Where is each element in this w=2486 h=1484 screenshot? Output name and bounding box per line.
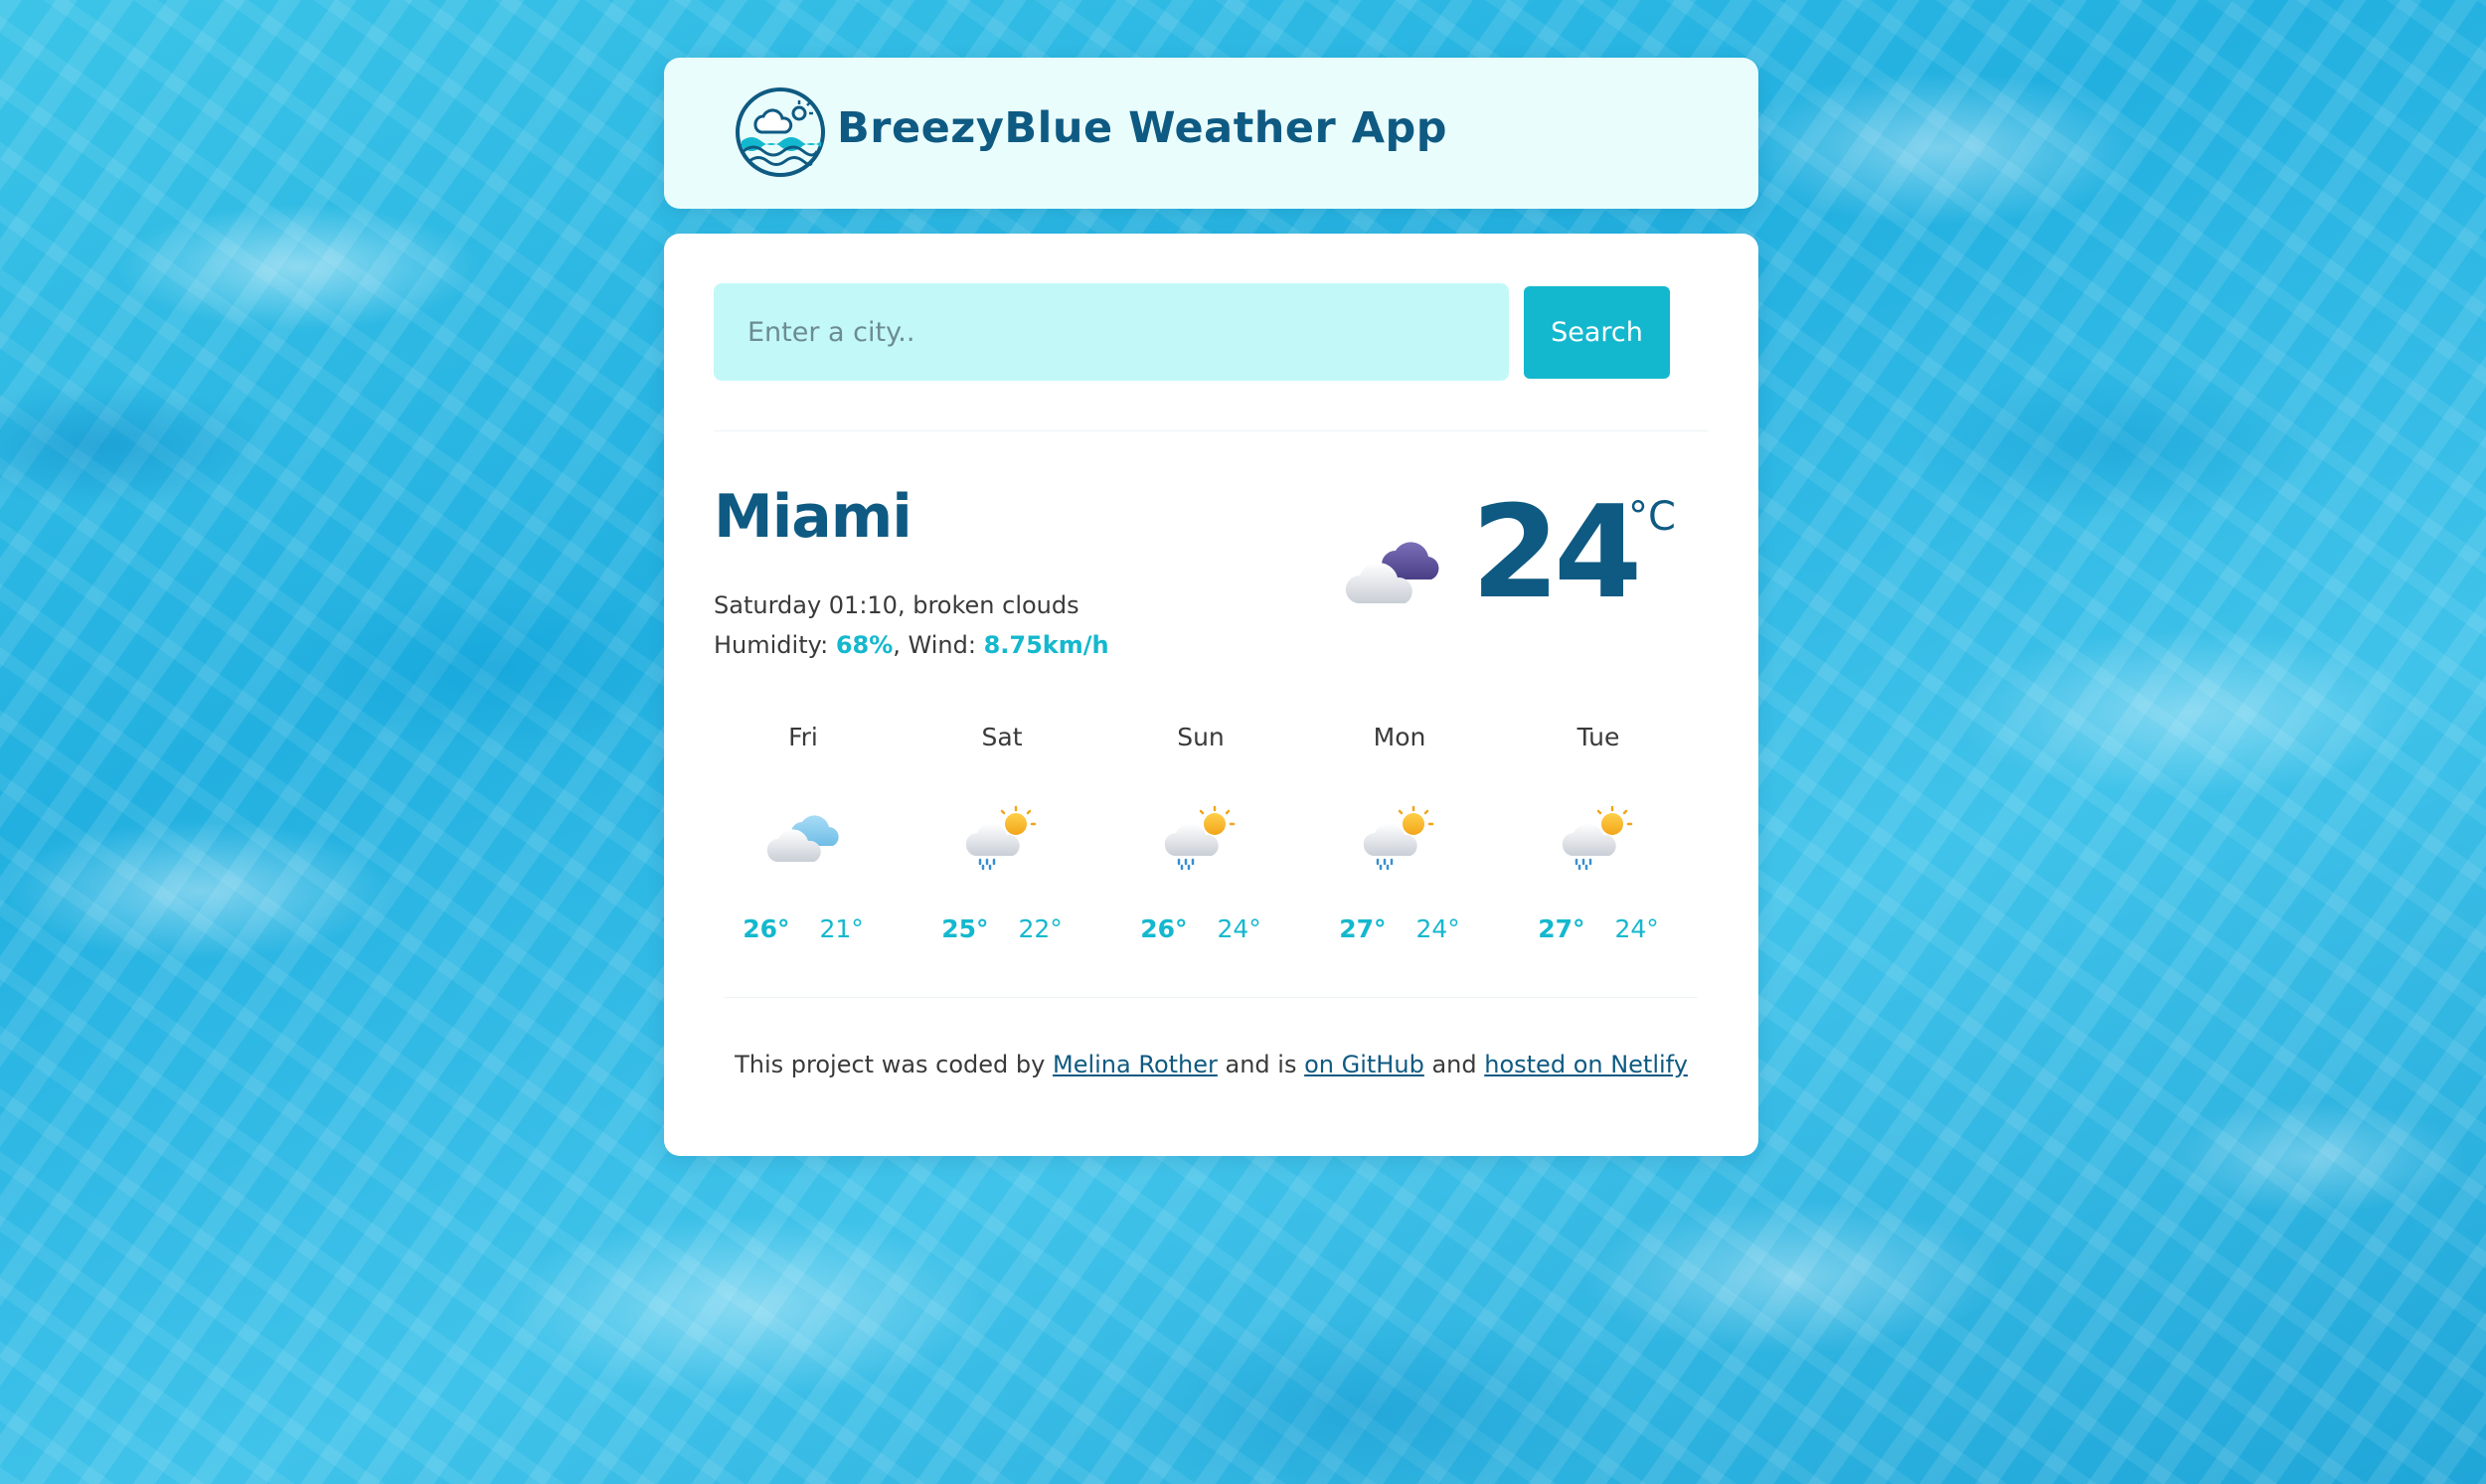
forecast-day-name: Sun	[1177, 723, 1225, 751]
sun-cloud-rain-icon	[965, 805, 1037, 871]
city-search-input[interactable]	[714, 283, 1509, 381]
forecast-min-temp: 24°	[1217, 914, 1261, 943]
humidity-label: Humidity:	[714, 631, 829, 659]
wind-value: 8.75km/h	[983, 631, 1109, 659]
forecast-temps: 25° 22°	[903, 914, 1101, 943]
search-button[interactable]: Search	[1524, 286, 1670, 379]
humidity-value: 68%	[835, 631, 894, 659]
forecast-day: Tue 27° 24°	[1499, 723, 1698, 951]
footer-prefix: This project was coded by	[735, 1051, 1046, 1078]
author-link[interactable]: Melina Rother	[1053, 1051, 1218, 1078]
forecast-min-temp: 24°	[1415, 914, 1460, 943]
forecast-min-temp: 24°	[1614, 914, 1659, 943]
footer-and: and	[1431, 1051, 1477, 1078]
forecast-day-name: Fri	[788, 723, 818, 751]
app-title: BreezyBlue Weather App	[837, 103, 1448, 153]
temperature-unit: °C	[1628, 494, 1676, 540]
sun-cloud-rain-icon	[1363, 805, 1434, 871]
forecast-temps: 26° 21°	[704, 914, 903, 943]
weather-card: Search Miami Saturday 01:10, broken clou…	[664, 234, 1758, 1156]
forecast-row: Fri 26° 21° Sat 25° 22° Sun 26° 24° Mon …	[704, 723, 1708, 951]
sun-cloud-rain-icon	[1562, 805, 1633, 871]
forecast-day: Sun 26° 24°	[1101, 723, 1300, 951]
forecast-day-name: Sat	[981, 723, 1023, 751]
weather-description: broken clouds	[912, 591, 1079, 619]
forecast-max-temp: 26°	[743, 914, 790, 943]
wave-cloud-sun-logo-icon	[736, 87, 825, 177]
github-link[interactable]: on GitHub	[1304, 1051, 1424, 1078]
forecast-temps: 26° 24°	[1101, 914, 1300, 943]
current-datetime: Saturday 01:10	[714, 591, 898, 619]
footer: This project was coded by Melina Rother …	[664, 1051, 1758, 1078]
city-name: Miami	[714, 482, 912, 552]
forecast-day: Mon 27° 24°	[1300, 723, 1499, 951]
forecast-max-temp: 25°	[941, 914, 989, 943]
wind-label: Wind:	[908, 631, 976, 659]
footer-middle: and is	[1225, 1051, 1297, 1078]
forecast-day: Sat 25° 22°	[903, 723, 1101, 951]
forecast-max-temp: 27°	[1339, 914, 1387, 943]
forecast-day-name: Mon	[1373, 723, 1426, 751]
divider	[724, 997, 1698, 998]
sun-cloud-rain-icon	[1164, 805, 1236, 871]
forecast-max-temp: 27°	[1538, 914, 1585, 943]
forecast-min-temp: 22°	[1018, 914, 1063, 943]
divider	[714, 430, 1708, 431]
forecast-max-temp: 26°	[1140, 914, 1188, 943]
forecast-temps: 27° 24°	[1300, 914, 1499, 943]
forecast-temps: 27° 24°	[1499, 914, 1698, 943]
current-temperature: 24	[1471, 479, 1642, 627]
forecast-day-name: Tue	[1576, 723, 1620, 751]
humidity-wind-line: Humidity: 68%, Wind: 8.75km/h	[714, 631, 1109, 659]
forecast-day: Fri 26° 21°	[704, 723, 903, 951]
forecast-min-temp: 21°	[819, 914, 864, 943]
date-description-line: Saturday 01:10, broken clouds	[714, 591, 1079, 619]
app-header: BreezyBlue Weather App	[664, 58, 1758, 209]
netlify-link[interactable]: hosted on Netlify	[1484, 1051, 1688, 1078]
broken-clouds-icon	[1345, 542, 1439, 603]
cloudy-icon	[766, 815, 839, 862]
